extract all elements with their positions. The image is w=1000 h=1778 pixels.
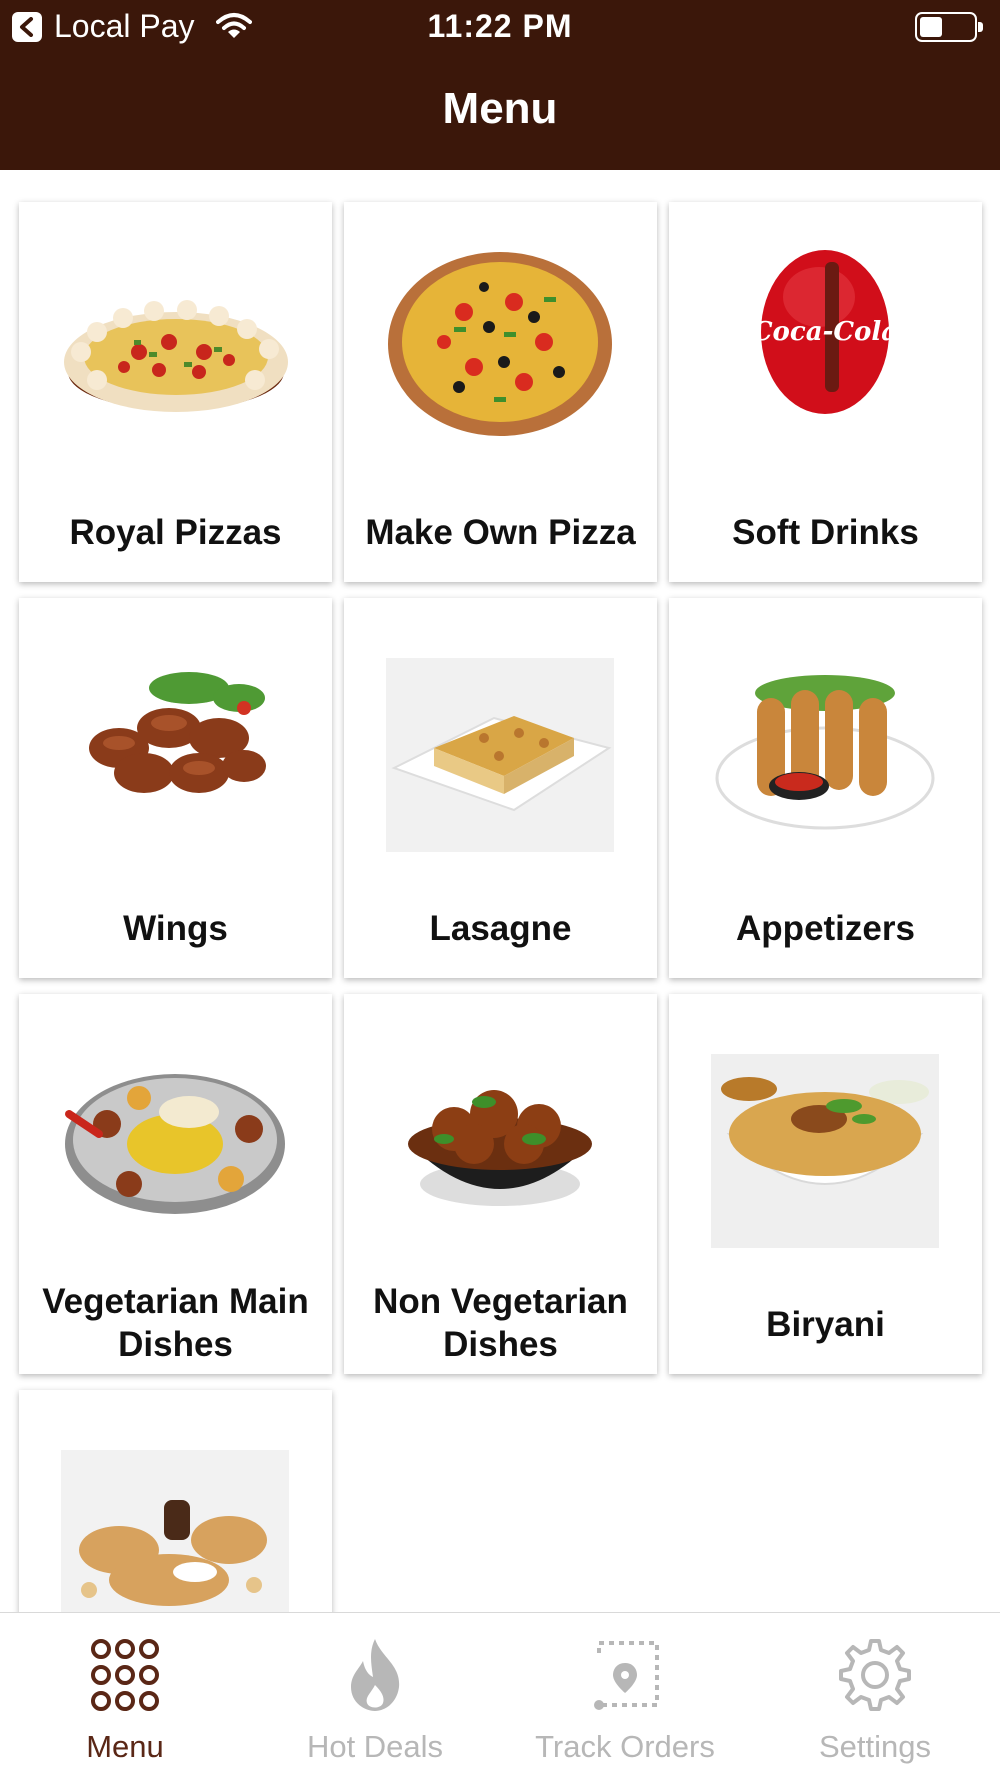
tab-label: Track Orders [535, 1729, 715, 1764]
tab-label: Hot Deals [306, 1729, 444, 1764]
category-label: Vegetarian Main Dishes [42, 1282, 309, 1364]
page-title: Menu [442, 84, 558, 133]
category-card-royal-pizzas[interactable]: Royal Pizzas [19, 202, 332, 582]
tab-label: Settings [818, 1729, 931, 1764]
pizza-image [388, 252, 612, 436]
category-card-breads[interactable] [19, 1390, 332, 1612]
lasagne-image [386, 658, 614, 852]
biryani-image [711, 1054, 939, 1248]
curry-bowl-image [408, 1090, 592, 1206]
route-pin-icon [594, 1641, 659, 1710]
bottom-tab-bar: Menu Hot Deals Track Orders Settings [0, 1612, 1000, 1778]
category-card-appetizers[interactable]: Appetizers [669, 598, 982, 978]
tab-menu[interactable]: Menu [0, 1613, 250, 1778]
thali-image [65, 1074, 285, 1214]
app-header: Local Pay 11:22 PM Menu [0, 0, 1000, 170]
category-label: Appetizers [736, 909, 915, 948]
battery-icon [915, 12, 983, 42]
status-time: 11:22 PM [427, 8, 573, 44]
menu-grid: Royal Pizzas Make Own Pizza Coca-Cola So… [0, 170, 1000, 1612]
status-bar: Local Pay 11:22 PM [0, 0, 1000, 56]
category-card-wings[interactable]: Wings [19, 598, 332, 978]
breads-image [61, 1450, 289, 1612]
category-label: Lasagne [429, 909, 572, 948]
tab-track-orders[interactable]: Track Orders [500, 1613, 750, 1778]
svg-text:Coca-Cola: Coca-Cola [752, 317, 898, 347]
royal-pizza-image [64, 300, 288, 412]
tab-label: Menu [86, 1729, 164, 1764]
category-card-biryani[interactable]: Biryani [669, 994, 982, 1374]
category-card-non-vegetarian-dishes[interactable]: Non Vegetarian Dishes [344, 994, 657, 1374]
category-label: Biryani [766, 1305, 885, 1344]
category-label: Wings [123, 909, 228, 948]
category-card-make-own-pizza[interactable]: Make Own Pizza [344, 202, 657, 582]
category-label: Non Vegetarian Dishes [373, 1282, 628, 1364]
gear-icon [839, 1639, 911, 1711]
mozzarella-sticks-image [715, 675, 935, 830]
category-label: Royal Pizzas [69, 513, 282, 552]
category-label: Soft Drinks [732, 513, 919, 552]
category-card-lasagne[interactable]: Lasagne [344, 598, 657, 978]
category-label: Make Own Pizza [365, 513, 636, 552]
tab-settings[interactable]: Settings [750, 1613, 1000, 1778]
tab-hot-deals[interactable]: Hot Deals [250, 1613, 500, 1778]
category-card-vegetarian-main-dishes[interactable]: Vegetarian Main Dishes [19, 994, 332, 1374]
coca-cola-logo: Coca-Cola [752, 250, 898, 414]
chicken-wings-image [89, 672, 266, 793]
grid-dots-icon [91, 1639, 159, 1711]
flame-icon [351, 1639, 400, 1711]
category-card-soft-drinks[interactable]: Coca-Cola Soft Drinks [669, 202, 982, 582]
